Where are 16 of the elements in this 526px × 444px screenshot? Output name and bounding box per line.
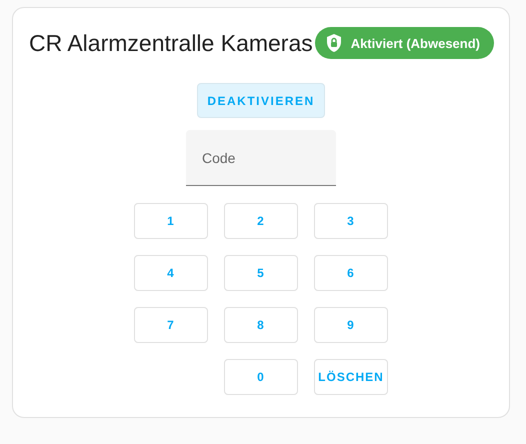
- digit-key[interactable]: 3: [314, 203, 388, 239]
- shield-lock-icon: [326, 34, 342, 52]
- digit-key[interactable]: 6: [314, 255, 388, 291]
- digit-key[interactable]: 0: [224, 359, 298, 395]
- code-field[interactable]: Code: [186, 130, 336, 186]
- digit-key[interactable]: 5: [224, 255, 298, 291]
- card-title: CR Alarmzentralle Kameras: [29, 30, 313, 56]
- digit-key[interactable]: 1: [134, 203, 208, 239]
- clear-key[interactable]: LÖSCHEN: [314, 359, 388, 395]
- status-badge: Aktiviert (Abwesend): [314, 27, 494, 59]
- digit-key[interactable]: 4: [134, 255, 208, 291]
- digit-key[interactable]: 7: [134, 307, 208, 343]
- disarm-button[interactable]: DEAKTIVIEREN: [197, 83, 325, 118]
- digit-key[interactable]: 8: [224, 307, 298, 343]
- digit-key[interactable]: 2: [224, 203, 298, 239]
- digit-key[interactable]: 9: [314, 307, 388, 343]
